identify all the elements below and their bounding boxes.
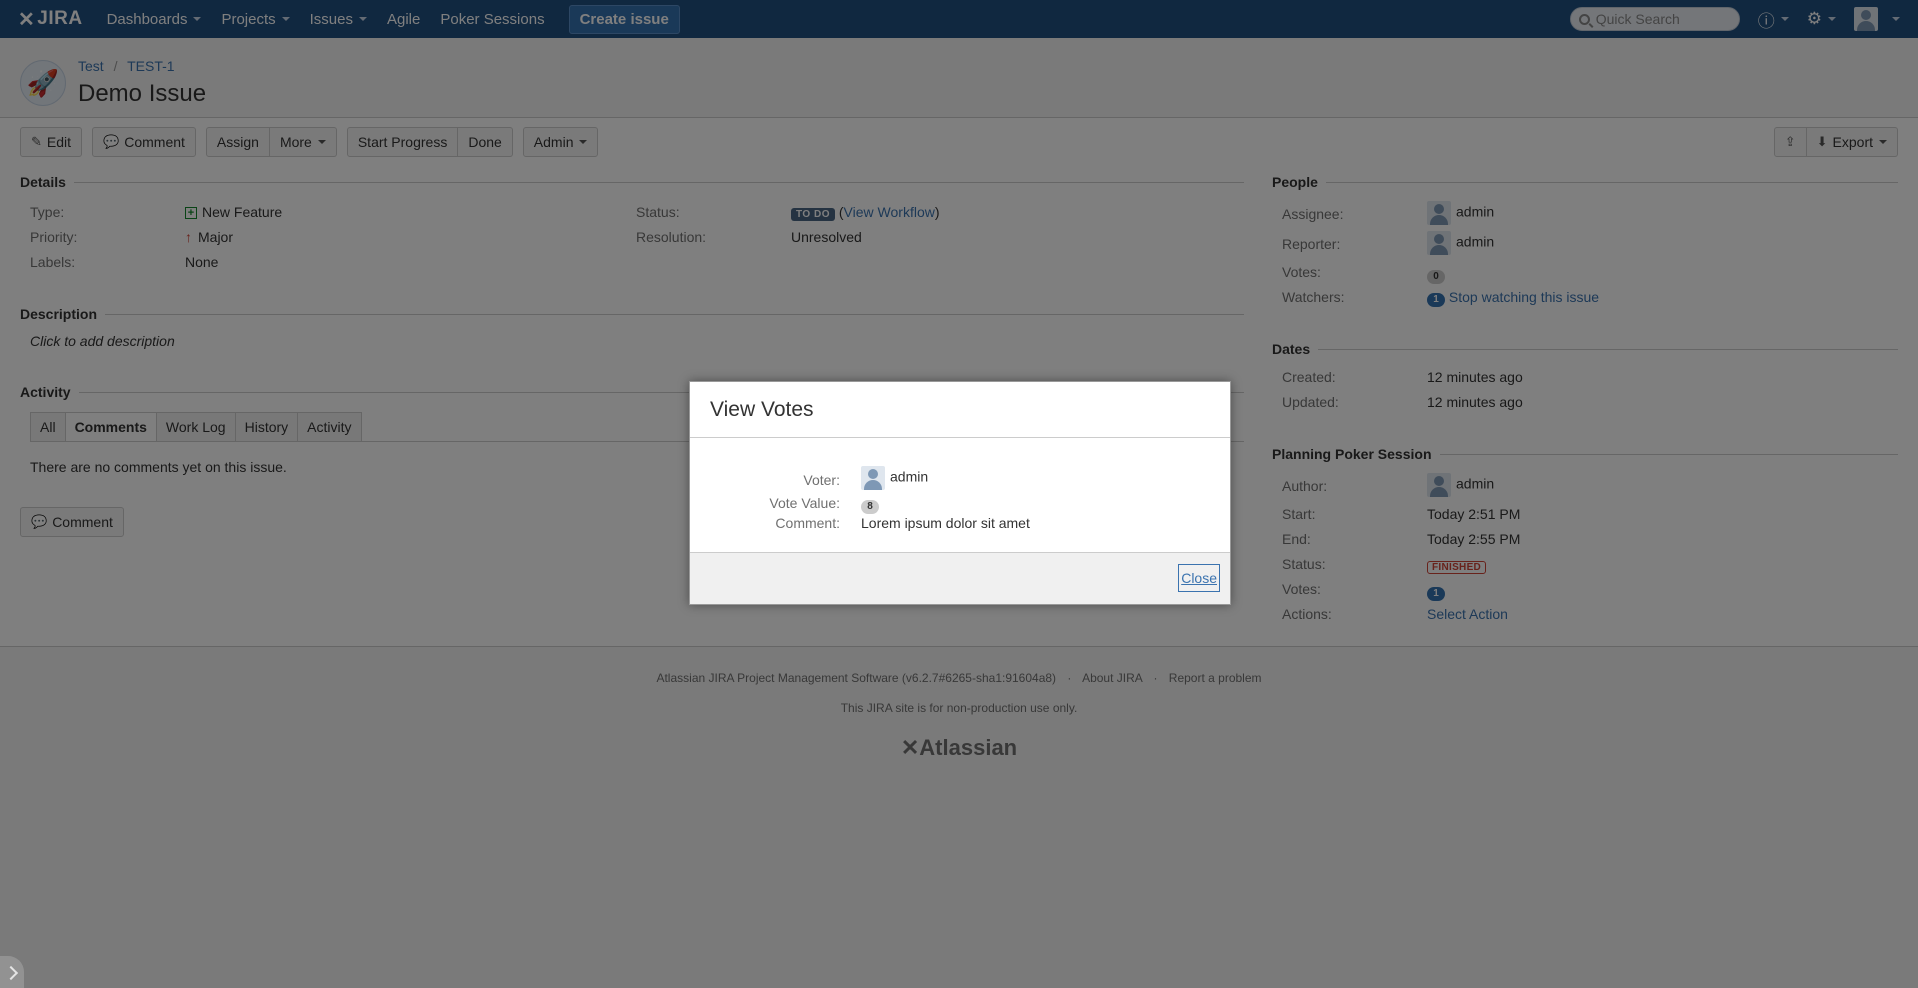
dialog-title: View Votes [690,382,1230,438]
close-button[interactable]: Close [1178,564,1220,592]
avatar [861,466,885,490]
voter-name: admin [890,468,929,485]
vote-value: 8 [861,496,879,514]
vote-value-label: Vote Value: [769,495,840,511]
voter-label: Voter: [803,472,840,488]
dialog-body: Voter: admin Vote Value: 8 Comment: Lore… [690,438,1230,554]
view-votes-dialog: View Votes Voter: admin Vote Value: 8 Co… [689,381,1231,605]
comment-value: Lorem ipsum dolor sit amet [861,515,1030,531]
comment-label: Comment: [775,515,840,531]
vote-value-badge: 8 [861,500,879,514]
voter-value[interactable]: admin [861,466,928,490]
dialog-footer: Close [690,552,1230,604]
